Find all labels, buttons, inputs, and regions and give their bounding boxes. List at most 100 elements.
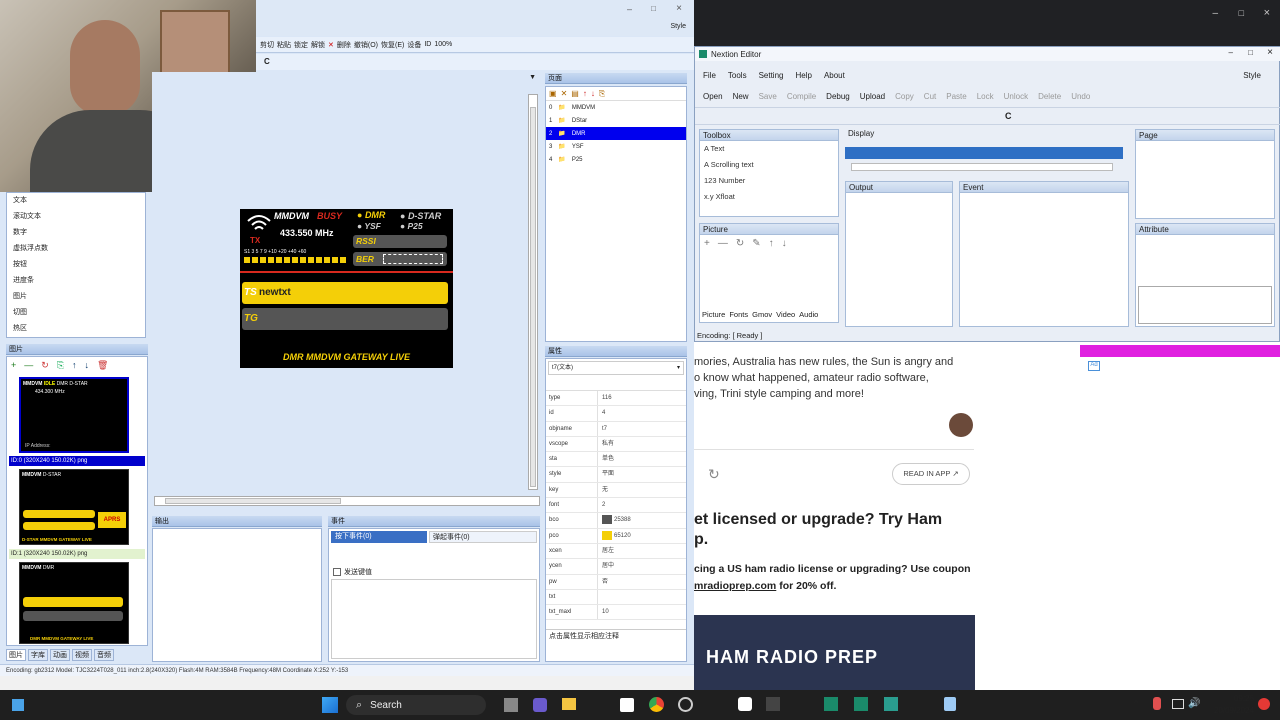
- checkbox-box[interactable]: [333, 568, 341, 576]
- display-canvas[interactable]: [845, 147, 1123, 159]
- device-display[interactable]: MMDVM BUSY ● DMR ● D-STAR ● YSF ● P25 43…: [240, 209, 453, 368]
- attr-row[interactable]: txt: [546, 589, 686, 606]
- menu-setting[interactable]: Setting: [759, 71, 784, 80]
- toolbox-item[interactable]: 滚动文本: [7, 209, 145, 225]
- tray-chevron-icon[interactable]: ^: [1134, 698, 1138, 708]
- toolbar-upload-button[interactable]: Upload: [860, 92, 885, 101]
- page-item[interactable]: 3 📁 YSF: [546, 140, 686, 153]
- minimize-icon[interactable]: –: [1212, 8, 1218, 19]
- tab-picture[interactable]: Picture: [702, 310, 725, 319]
- send-key-checkbox[interactable]: 发送键值: [333, 567, 372, 577]
- maximize-icon[interactable]: □: [1248, 48, 1253, 57]
- ham-radio-prep-banner[interactable]: HAM RADIO PREP: [694, 615, 975, 690]
- menu-tools[interactable]: Tools: [728, 71, 747, 80]
- event-code-editor[interactable]: [331, 579, 537, 659]
- notification-icon[interactable]: [1258, 698, 1270, 710]
- ad-banner[interactable]: [1080, 345, 1280, 357]
- author-avatar[interactable]: [949, 413, 973, 437]
- page-item[interactable]: 4 📁 P25: [546, 153, 686, 166]
- toolbox-item[interactable]: 文本: [7, 193, 145, 209]
- align-icon[interactable]: C: [264, 57, 270, 66]
- attr-row[interactable]: objname t7: [546, 421, 686, 437]
- replace-icon[interactable]: ⎘: [57, 360, 64, 371]
- attr-selector[interactable]: t7(文本) ▾: [548, 361, 684, 375]
- attr-value[interactable]: 无: [598, 483, 686, 497]
- attr-row[interactable]: id 4: [546, 406, 686, 422]
- maximize-icon[interactable]: □: [651, 4, 656, 13]
- toolbar-unlock-button[interactable]: Unlock: [1004, 92, 1028, 101]
- copy-page-icon[interactable]: ⎘: [599, 89, 605, 99]
- close-icon[interactable]: ×: [676, 3, 682, 14]
- toolbox-text[interactable]: A Text: [700, 141, 838, 157]
- tab-press-event[interactable]: 按下事件(0): [331, 531, 427, 543]
- refresh-icon[interactable]: ↻: [736, 238, 744, 249]
- remove-icon[interactable]: —: [24, 360, 33, 370]
- attr-row[interactable]: vscope 私有: [546, 436, 686, 453]
- attr-value[interactable]: 25388: [598, 513, 686, 527]
- attr-row[interactable]: style 平面: [546, 467, 686, 483]
- ad-choices-icon[interactable]: Ad: [1088, 361, 1100, 371]
- refresh-icon[interactable]: ↻: [708, 466, 720, 483]
- attr-row[interactable]: key 无: [546, 482, 686, 499]
- maximize-icon[interactable]: □: [1239, 8, 1244, 18]
- store-icon[interactable]: [620, 698, 634, 712]
- toolbar-cut[interactable]: 剪切: [260, 40, 274, 50]
- style-menu[interactable]: Style: [670, 23, 686, 30]
- capcut-icon[interactable]: [738, 697, 752, 711]
- attr-value[interactable]: t7: [598, 422, 686, 436]
- attr-row[interactable]: type 116: [546, 391, 686, 407]
- file-explorer-icon[interactable]: [562, 698, 576, 710]
- toolbar-save-button[interactable]: Save: [759, 92, 777, 101]
- toolbar-new-button[interactable]: New: [733, 92, 749, 101]
- read-in-app-button[interactable]: READ IN APP ↗: [892, 463, 970, 485]
- app-icon[interactable]: [766, 697, 780, 711]
- toolbar-paste[interactable]: 粘贴: [277, 40, 291, 50]
- page-up-icon[interactable]: ↑: [583, 89, 587, 98]
- page-down-icon[interactable]: ↓: [591, 89, 595, 98]
- app-icon[interactable]: [884, 697, 898, 711]
- tab-pictures[interactable]: 图片: [6, 649, 26, 661]
- up-icon[interactable]: ↑: [769, 238, 774, 249]
- meet-icon[interactable]: [533, 698, 547, 712]
- up-icon[interactable]: ↑: [72, 360, 77, 370]
- app-icon[interactable]: [944, 697, 956, 711]
- menu-about[interactable]: About: [824, 71, 845, 80]
- tab-animation[interactable]: 动画: [50, 649, 70, 661]
- toolbox-xfloat[interactable]: x.y Xfloat: [700, 189, 838, 205]
- toolbox-item[interactable]: 切图: [7, 305, 145, 321]
- attr-row[interactable]: bco 25388: [546, 513, 686, 529]
- toolbar-compile-button[interactable]: Compile: [787, 92, 816, 101]
- tab-gmov[interactable]: Gmov: [752, 310, 772, 319]
- network-icon[interactable]: [1172, 699, 1184, 709]
- scroll-thumb[interactable]: [530, 107, 536, 487]
- volume-icon[interactable]: 🔊: [1188, 698, 1200, 709]
- nextion-taskbar-icon[interactable]: [824, 697, 838, 711]
- attr-value[interactable]: 居左: [598, 544, 686, 558]
- remove-icon[interactable]: —: [718, 238, 728, 249]
- ber-field-selected[interactable]: [383, 254, 443, 264]
- toolbar-open-button[interactable]: Open: [703, 92, 723, 101]
- desktop-app-icon[interactable]: [12, 699, 24, 711]
- toolbox-item[interactable]: 虚拟浮点数: [7, 241, 145, 257]
- add-icon[interactable]: +: [704, 238, 710, 249]
- task-view-icon[interactable]: [504, 698, 518, 712]
- attr-value[interactable]: [598, 590, 686, 604]
- attr-value[interactable]: 平面: [598, 467, 686, 481]
- picture-caption[interactable]: ID:1 (320X240 150.02K) png: [9, 549, 145, 559]
- toolbar-unlock[interactable]: 解锁: [311, 40, 325, 50]
- toolbar-device[interactable]: 设备: [407, 40, 421, 50]
- picture-thumb-0[interactable]: MMDVM IDLE DMR D-STAR 434.300 MHz IP Add…: [19, 377, 129, 453]
- tab-video[interactable]: 视频: [72, 649, 92, 661]
- attr-row[interactable]: pw 否: [546, 574, 686, 590]
- page-item-selected[interactable]: 2 📁 DMR: [546, 127, 686, 140]
- attr-row[interactable]: ycen 居中: [546, 559, 686, 575]
- tab-audio[interactable]: 音频: [94, 649, 114, 661]
- close-icon[interactable]: ×: [1264, 7, 1270, 19]
- toolbox-item[interactable]: 按钮: [7, 257, 145, 273]
- toolbar-paste-button[interactable]: Paste: [946, 92, 966, 101]
- mic-icon[interactable]: [1153, 697, 1161, 710]
- attr-row[interactable]: txt_maxl 10: [546, 605, 686, 621]
- minimize-icon[interactable]: –: [1229, 48, 1233, 57]
- trash-icon[interactable]: 🗑: [97, 360, 108, 371]
- attr-value[interactable]: 65120: [598, 529, 686, 543]
